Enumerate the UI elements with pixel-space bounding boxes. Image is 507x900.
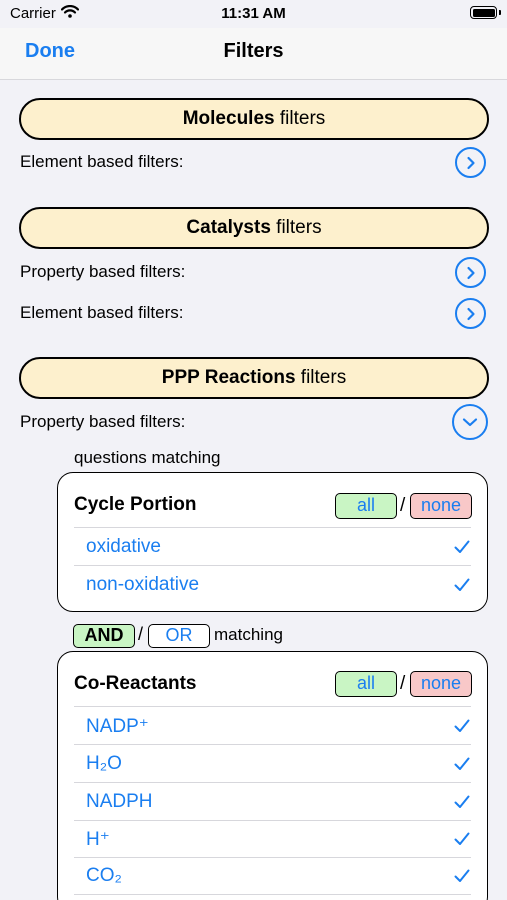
divider bbox=[74, 565, 471, 566]
select-none-button[interactable]: none bbox=[410, 493, 472, 519]
molecules-element-filters-label: Element based filters: bbox=[20, 152, 184, 171]
page-title: Filters bbox=[223, 40, 284, 62]
select-none-button[interactable]: none bbox=[410, 671, 472, 697]
and-button[interactable]: AND bbox=[73, 624, 135, 648]
catalysts-element-filters-label: Element based filters: bbox=[20, 303, 184, 322]
cycle-portion-card: Cycle Portion all / none oxidative non-o… bbox=[57, 472, 488, 612]
slash-separator: / bbox=[138, 624, 144, 644]
battery-cap bbox=[499, 10, 501, 15]
checkmark-icon bbox=[454, 757, 470, 776]
checkmark-icon bbox=[454, 869, 470, 888]
option-oxidative[interactable]: oxidative bbox=[86, 536, 161, 558]
slash-separator: / bbox=[400, 495, 406, 516]
or-button[interactable]: OR bbox=[148, 624, 210, 648]
chevron-right-circle-icon[interactable] bbox=[455, 298, 486, 329]
option-co2[interactable]: CO₂ bbox=[86, 865, 122, 887]
checkmark-icon bbox=[454, 832, 470, 851]
molecules-section-header: Molecules filters bbox=[19, 98, 489, 140]
slash-separator: / bbox=[400, 673, 406, 694]
checkmark-icon bbox=[454, 719, 470, 738]
divider bbox=[74, 744, 471, 745]
divider bbox=[74, 527, 471, 528]
option-h2o[interactable]: H₂O bbox=[86, 753, 122, 775]
navigation-bar: Done Filters bbox=[0, 28, 507, 80]
section-suffix: filters bbox=[274, 108, 326, 129]
checkmark-icon bbox=[454, 540, 470, 559]
catalysts-property-filters-label: Property based filters: bbox=[20, 262, 186, 281]
ppp-reactions-section-header: PPP Reactions filters bbox=[19, 357, 489, 399]
card-title: Cycle Portion bbox=[74, 494, 197, 515]
select-all-button[interactable]: all bbox=[335, 493, 397, 519]
matching-label: matching bbox=[214, 625, 283, 644]
chevron-right-circle-icon[interactable] bbox=[455, 147, 486, 178]
status-time: 11:31 AM bbox=[221, 5, 286, 22]
catalysts-section-header: Catalysts filters bbox=[19, 207, 489, 249]
card-title: Co-Reactants bbox=[74, 673, 197, 694]
co-reactants-card: Co-Reactants all / none NADP⁺ H₂O NADPH … bbox=[57, 651, 488, 900]
questions-matching-label: questions matching bbox=[74, 448, 221, 467]
battery-icon bbox=[470, 6, 497, 19]
select-all-button[interactable]: all bbox=[335, 671, 397, 697]
section-suffix: filters bbox=[270, 217, 322, 238]
divider bbox=[74, 820, 471, 821]
section-suffix: filters bbox=[295, 367, 347, 388]
option-nadp-plus[interactable]: NADP⁺ bbox=[86, 715, 149, 738]
divider bbox=[74, 857, 471, 858]
status-bar: Carrier 11:31 AM bbox=[0, 0, 507, 28]
section-name: Molecules bbox=[182, 108, 275, 129]
section-name: Catalysts bbox=[186, 217, 271, 238]
checkmark-icon bbox=[454, 795, 470, 814]
chevron-right-circle-icon[interactable] bbox=[455, 257, 486, 288]
section-name: PPP Reactions bbox=[161, 367, 296, 388]
divider bbox=[74, 782, 471, 783]
divider bbox=[74, 706, 471, 707]
option-non-oxidative[interactable]: non-oxidative bbox=[86, 574, 199, 596]
divider bbox=[74, 894, 471, 895]
option-h-plus[interactable]: H⁺ bbox=[86, 828, 110, 851]
chevron-down-circle-icon[interactable] bbox=[452, 404, 488, 440]
ppp-property-filters-label: Property based filters: bbox=[20, 412, 186, 431]
option-nadph[interactable]: NADPH bbox=[86, 791, 153, 813]
checkmark-icon bbox=[454, 578, 470, 597]
